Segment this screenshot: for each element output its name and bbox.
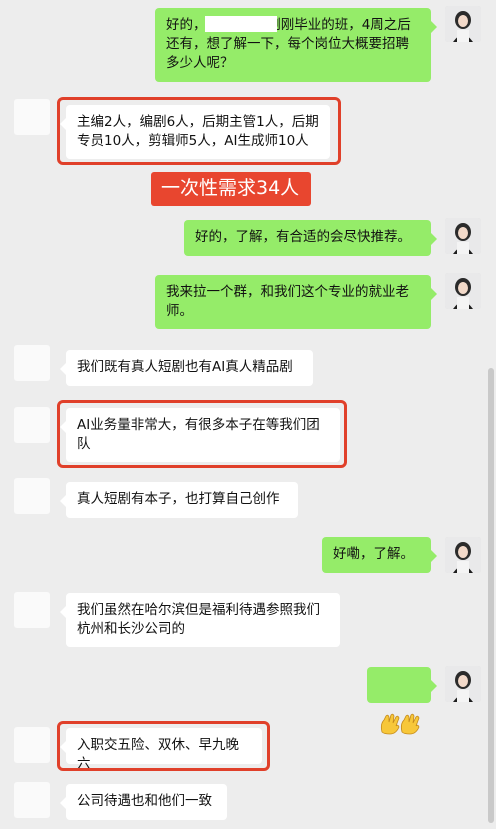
chat-bubble[interactable]: 真人短剧有本子，也打算自己创作	[60, 482, 298, 518]
chat-bubble[interactable]: 我来拉一个群，和我们这个专业的就业老师。	[155, 275, 437, 329]
avatar[interactable]	[14, 99, 50, 135]
highlight-box	[57, 400, 347, 468]
avatar[interactable]	[445, 218, 481, 254]
avatar-photo-icon	[445, 273, 481, 309]
avatar[interactable]	[14, 727, 50, 763]
avatar-photo-icon	[445, 218, 481, 254]
avatar[interactable]	[14, 345, 50, 381]
waving-hands-icon	[380, 713, 420, 735]
avatar[interactable]	[14, 592, 50, 628]
scrollbar[interactable]	[488, 368, 494, 823]
highlight-box	[57, 97, 341, 165]
avatar[interactable]	[14, 782, 50, 818]
chat-bubble[interactable]: 好的，了解，有合适的会尽快推荐。	[184, 220, 437, 256]
redaction-box	[205, 16, 277, 32]
avatar[interactable]	[14, 407, 50, 443]
avatar[interactable]	[445, 537, 481, 573]
avatar-photo-icon	[445, 666, 481, 702]
chat-bubble[interactable]: 好嘞，了解。	[322, 537, 437, 573]
avatar[interactable]	[445, 273, 481, 309]
chat-bubble[interactable]: 我们既有真人短剧也有AI真人精品剧	[60, 350, 313, 386]
avatar-photo-icon	[445, 6, 481, 42]
avatar[interactable]	[14, 478, 50, 514]
chat-bubble[interactable]: 我们虽然在哈尔滨但是福利待遇参照我们杭州和长沙公司的	[60, 593, 340, 647]
chat-bubble[interactable]: 公司待遇也和他们一致	[60, 784, 227, 820]
avatar-photo-icon	[445, 537, 481, 573]
avatar[interactable]	[445, 666, 481, 702]
highlight-box	[57, 721, 270, 771]
chat-bubble[interactable]: 好的， 有刚刚毕业的班，4周之后还有，想了解一下，每个岗位大概要招聘多少人呢？	[155, 8, 437, 82]
avatar[interactable]	[445, 6, 481, 42]
annotation-label: 一次性需求34人	[151, 172, 311, 206]
chat-bubble[interactable]	[367, 667, 437, 735]
